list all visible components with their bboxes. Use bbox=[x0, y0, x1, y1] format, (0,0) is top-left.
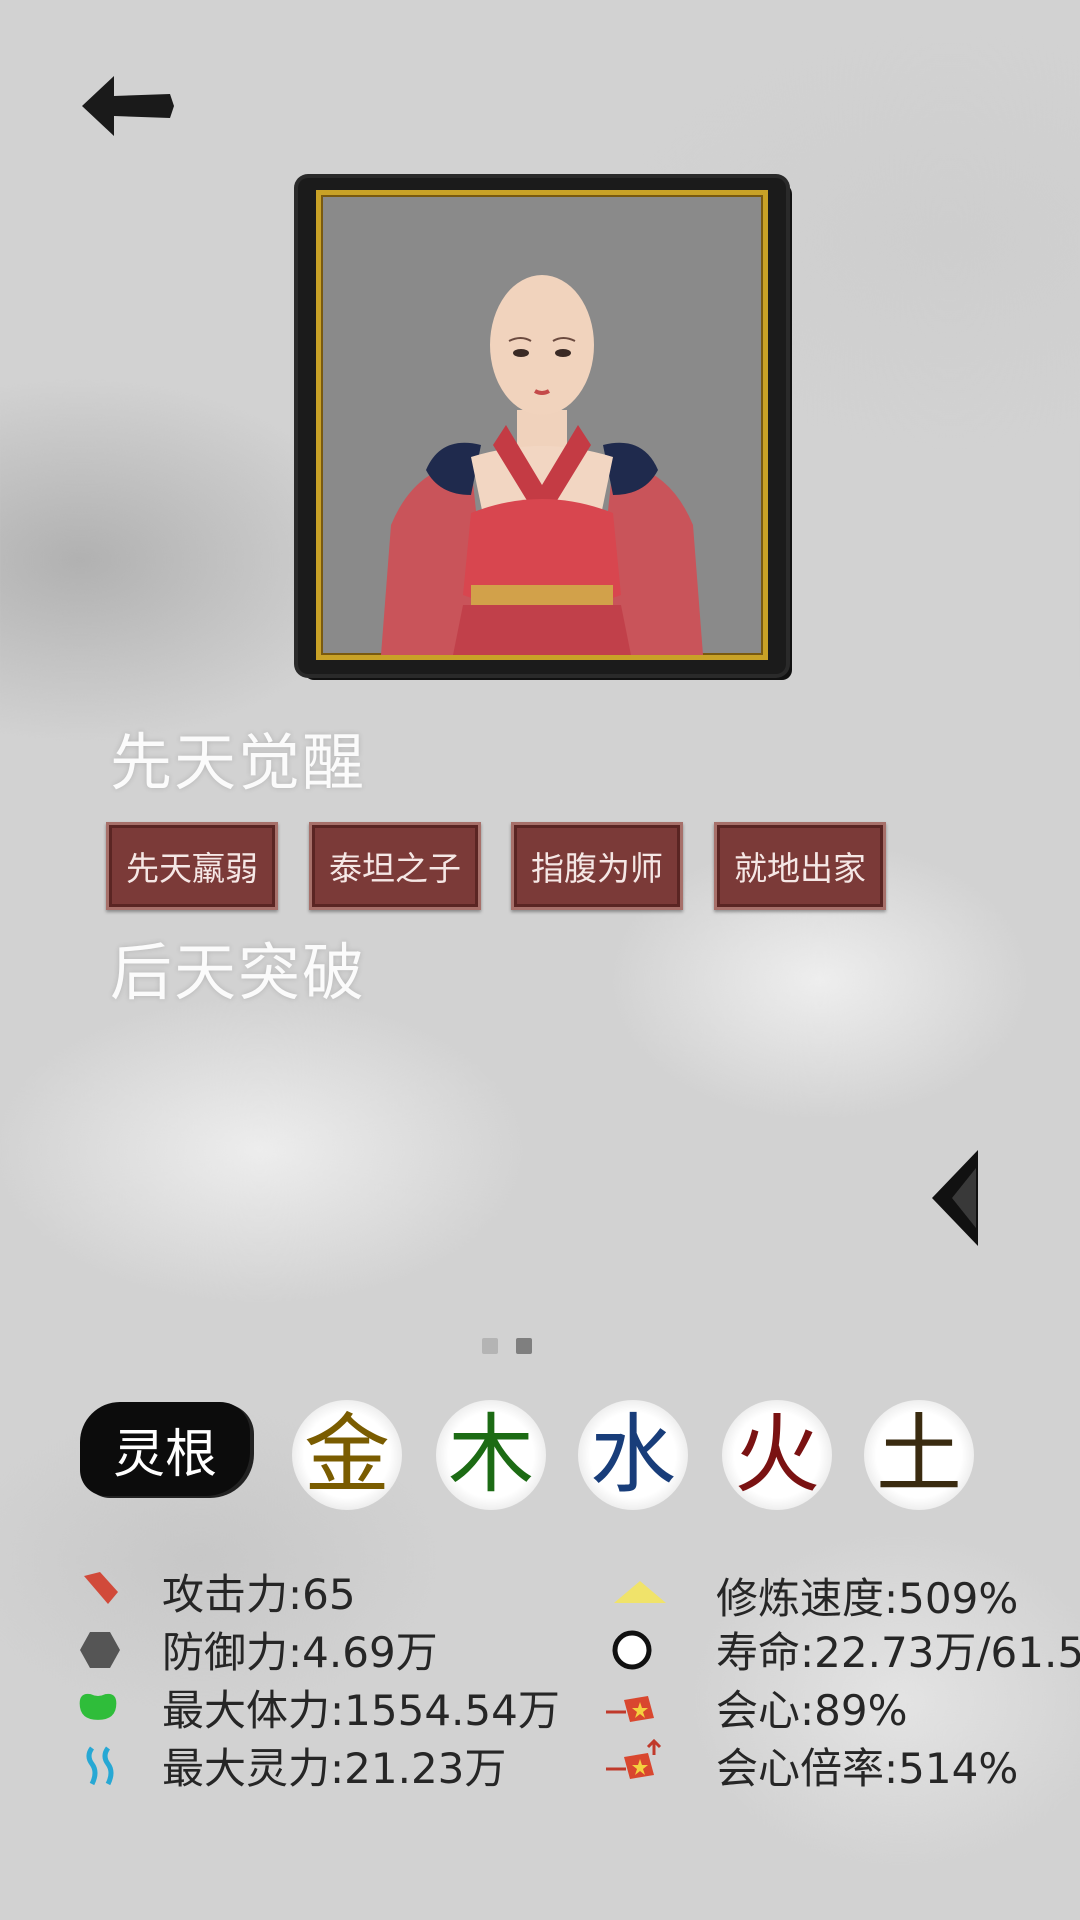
back-button[interactable] bbox=[78, 72, 178, 142]
stat-critical-multiplier: 会心倍率:514% bbox=[716, 1744, 1019, 1793]
page-indicator-dot-2[interactable] bbox=[516, 1338, 532, 1354]
health-icon bbox=[76, 1685, 120, 1729]
element-metal: 金 bbox=[292, 1400, 402, 1510]
element-char: 金 bbox=[304, 1405, 390, 1505]
stat-defense: 防御力:4.69万 bbox=[162, 1628, 438, 1677]
page-indicator-dot-1[interactable] bbox=[482, 1338, 498, 1354]
critical-multiplier-icon bbox=[604, 1739, 664, 1784]
innate-awakening-title: 先天觉醒 bbox=[110, 726, 367, 799]
element-char: 水 bbox=[590, 1405, 676, 1505]
element-char: 火 bbox=[734, 1405, 820, 1505]
element-water: 水 bbox=[578, 1400, 688, 1510]
trait-button-1[interactable]: 先天羸弱 bbox=[106, 822, 278, 910]
element-earth: 土 bbox=[864, 1400, 974, 1510]
stat-lifespan: 寿命:22.73万/61.5万 bbox=[716, 1628, 1080, 1677]
stat-critical: 会心:89% bbox=[716, 1686, 908, 1735]
acquired-breakthrough-title: 后天突破 bbox=[110, 936, 367, 1009]
left-triangle-icon bbox=[932, 1150, 978, 1246]
cultivation-speed-icon bbox=[612, 1570, 668, 1614]
spirit-icon bbox=[80, 1744, 124, 1788]
stat-max-health: 最大体力:1554.54万 bbox=[162, 1686, 560, 1735]
character-portrait-frame bbox=[298, 178, 786, 674]
element-wood: 木 bbox=[436, 1400, 546, 1510]
element-char: 木 bbox=[448, 1405, 534, 1505]
trait-button-2[interactable]: 泰坦之子 bbox=[309, 822, 481, 910]
spiritual-root-label: 灵根 bbox=[80, 1402, 250, 1496]
trait-button-3[interactable]: 指腹为师 bbox=[511, 822, 683, 910]
character-portrait bbox=[316, 190, 768, 660]
defense-icon bbox=[78, 1628, 122, 1672]
element-char: 土 bbox=[876, 1405, 962, 1505]
critical-icon bbox=[604, 1686, 660, 1730]
attack-icon bbox=[78, 1566, 122, 1610]
back-arrow-icon bbox=[82, 76, 174, 136]
stat-max-spirit: 最大灵力:21.23万 bbox=[162, 1744, 507, 1793]
lifespan-icon bbox=[610, 1628, 654, 1672]
element-fire: 火 bbox=[722, 1400, 832, 1510]
character-figure bbox=[381, 275, 703, 655]
next-page-button[interactable] bbox=[930, 1148, 980, 1248]
stat-cultivation-speed: 修炼速度:509% bbox=[716, 1574, 1019, 1623]
trait-button-4[interactable]: 就地出家 bbox=[714, 822, 886, 910]
stat-attack: 攻击力:65 bbox=[162, 1570, 356, 1619]
